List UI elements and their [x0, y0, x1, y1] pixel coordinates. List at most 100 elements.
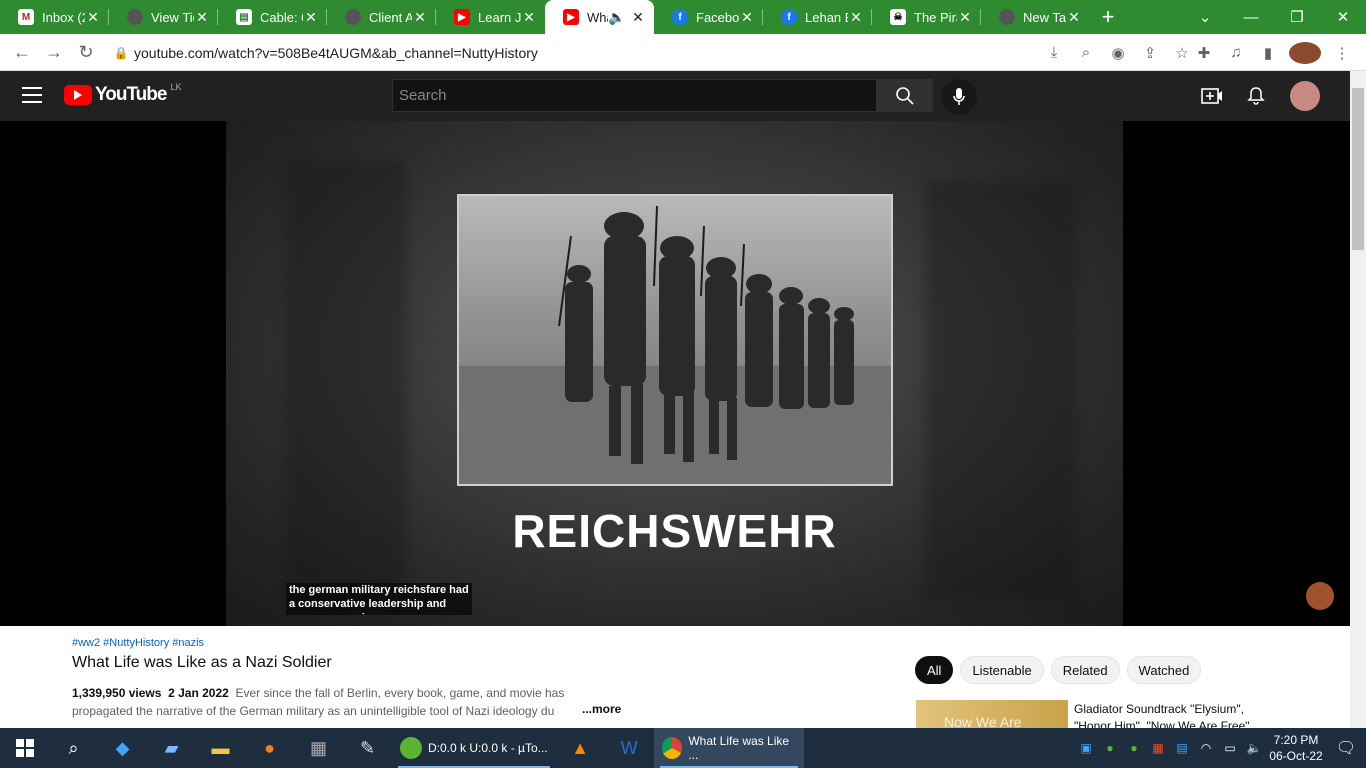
close-tab-icon[interactable]: ✕: [1066, 9, 1082, 26]
globe-icon: [127, 9, 143, 25]
tray-windows-icon[interactable]: ▦: [1146, 741, 1170, 755]
back-icon[interactable]: ←: [6, 42, 38, 63]
tab-cable[interactable]: ▤ Cable: 0 ✕: [218, 0, 327, 34]
tab-view-tickets[interactable]: View Tic ✕: [109, 0, 218, 34]
side-panel-icon[interactable]: ▮: [1252, 44, 1284, 62]
word-icon[interactable]: W: [605, 728, 654, 768]
globe-icon: [999, 9, 1015, 25]
vscode-icon[interactable]: ◆: [98, 728, 147, 768]
close-window-icon[interactable]: ✕: [1320, 8, 1366, 26]
clock[interactable]: 7:20 PM 06-Oct-22: [1266, 732, 1326, 764]
tab-pirate[interactable]: ☠ The Pira ✕: [872, 0, 981, 34]
voice-search-button[interactable]: [941, 79, 977, 115]
close-tab-icon[interactable]: ✕: [412, 9, 428, 26]
address-bar: ← → ↻ 🔒 youtube.com/watch?v=508Be4tAUGM&…: [0, 34, 1366, 71]
tab-new-tab[interactable]: New Tab ✕: [981, 0, 1090, 34]
tracking-off-icon[interactable]: ◉: [1102, 44, 1134, 62]
search-button[interactable]: [876, 79, 933, 112]
utorrent-icon: [400, 737, 422, 759]
firefox-icon[interactable]: ●: [245, 728, 294, 768]
install-icon[interactable]: ⤓: [1038, 44, 1070, 61]
close-tab-icon[interactable]: ✕: [630, 9, 646, 26]
start-button[interactable]: [0, 728, 49, 768]
close-tab-icon[interactable]: ✕: [739, 9, 755, 26]
speaker-icon[interactable]: 🔈: [608, 9, 625, 26]
show-more-link[interactable]: ...more: [582, 702, 621, 716]
window-controls: ⌄ — ❐ ✕: [1182, 0, 1366, 34]
tray-utorrent-icon[interactable]: ●: [1098, 741, 1122, 755]
chip-related[interactable]: Related: [1050, 656, 1120, 684]
chip-watched[interactable]: Watched: [1126, 656, 1202, 684]
pirate-icon: ☠: [890, 9, 906, 25]
new-tab-button[interactable]: +: [1090, 4, 1126, 30]
tab-lehan[interactable]: f Lehan E ✕: [763, 0, 872, 34]
youtube-logo[interactable]: YouTube LK: [64, 82, 181, 106]
close-tab-icon[interactable]: ✕: [303, 9, 319, 26]
url-text[interactable]: youtube.com/watch?v=508Be4tAUGM&ab_chann…: [134, 45, 538, 61]
volume-icon[interactable]: 🔈: [1242, 741, 1266, 755]
profile-avatar[interactable]: [1289, 41, 1321, 64]
menu-dots-icon[interactable]: ⋮: [1326, 44, 1358, 62]
chip-listenable[interactable]: Listenable: [960, 656, 1044, 684]
taskbar-chrome[interactable]: What Life was Like ...: [653, 728, 804, 768]
extension-coffee-icon[interactable]: [1306, 582, 1334, 610]
wifi-icon[interactable]: ◠: [1194, 741, 1218, 755]
recommendation-title[interactable]: Gladiator Soundtrack "Elysium", "Honor H…: [1074, 701, 1274, 728]
calculator-icon[interactable]: ▦: [294, 728, 343, 768]
ssh-client-icon[interactable]: ▰: [147, 728, 196, 768]
video-frame[interactable]: REICHSWEHR the german military reichsfar…: [226, 121, 1123, 626]
recommendation-thumbnail[interactable]: Now We Are: [916, 700, 1068, 730]
file-explorer-icon[interactable]: ▬: [196, 728, 245, 768]
notifications-button[interactable]: [1240, 81, 1272, 111]
chip-all[interactable]: All: [915, 656, 954, 684]
minimize-icon[interactable]: —: [1228, 9, 1274, 26]
tray-app2-icon[interactable]: ▤: [1170, 741, 1194, 755]
close-tab-icon[interactable]: ✕: [194, 9, 210, 26]
tab-client[interactable]: Client A ✕: [327, 0, 436, 34]
create-video-icon: [1201, 88, 1222, 104]
close-tab-icon[interactable]: ✕: [957, 9, 973, 26]
doc-icon: ▤: [236, 9, 252, 25]
reload-icon[interactable]: ↻: [70, 42, 102, 63]
zoom-icon[interactable]: ⌕: [1070, 44, 1102, 61]
close-tab-icon[interactable]: ✕: [521, 9, 537, 26]
close-tab-icon[interactable]: ✕: [85, 9, 101, 26]
system-tray: ▣ ● ● ▦ ▤ ◠ ▭ 🔈 7:20 PM 06-Oct-22 🗨: [1074, 728, 1366, 768]
tray-app-icon[interactable]: ▣: [1074, 741, 1098, 755]
gmail-icon: M: [18, 9, 34, 25]
paint-icon[interactable]: ✎: [343, 728, 392, 768]
tab-active-video[interactable]: ▶ Wha 🔈 ✕: [545, 0, 654, 34]
forward-icon[interactable]: →: [38, 42, 70, 63]
tray-torrent-icon[interactable]: ●: [1122, 741, 1146, 755]
tab-title: Inbox (2…: [42, 9, 85, 25]
tab-title: The Pira: [914, 9, 957, 25]
search-icon[interactable]: ⌕: [49, 728, 98, 768]
media-control-icon[interactable]: ♫: [1220, 44, 1252, 61]
search-input[interactable]: Search: [392, 79, 877, 112]
tab-facebook[interactable]: f Faceboo ✕: [654, 0, 763, 34]
notifications-icon[interactable]: 🗨: [1326, 738, 1366, 758]
scrollbar-thumb[interactable]: [1352, 88, 1364, 250]
lock-icon[interactable]: 🔒: [108, 46, 134, 60]
create-button[interactable]: [1196, 81, 1228, 111]
omnibox[interactable]: 🔒 youtube.com/watch?v=508Be4tAUGM&ab_cha…: [108, 38, 1198, 67]
battery-icon[interactable]: ▭: [1218, 741, 1242, 755]
taskbar-utorrent[interactable]: D:0.0 k U:0.0 k - µTo...: [392, 728, 556, 768]
tab-inbox[interactable]: M Inbox (2… ✕: [0, 0, 109, 34]
hamburger-menu-icon[interactable]: [22, 87, 42, 103]
tab-learn-js[interactable]: ▶ Learn JS ✕: [436, 0, 545, 34]
video-player[interactable]: REICHSWEHR the german military reichsfar…: [0, 121, 1350, 626]
restore-icon[interactable]: ❐: [1274, 8, 1320, 26]
tab-title: Client A: [369, 9, 412, 25]
close-tab-icon[interactable]: ✕: [848, 9, 864, 26]
extensions-puzzle-icon[interactable]: ✚: [1188, 44, 1220, 62]
facebook-icon: f: [672, 9, 688, 25]
vlc-icon[interactable]: ▲: [556, 728, 605, 768]
video-description[interactable]: 1,339,950 views 2 Jan 2022 Ever since th…: [72, 684, 622, 720]
youtube-wordmark: YouTube: [95, 84, 167, 105]
account-avatar[interactable]: [1290, 81, 1320, 111]
recommendation-chips: All Listenable Related Watched: [915, 656, 1208, 684]
share-icon[interactable]: ⇪: [1134, 44, 1166, 62]
tab-search-icon[interactable]: ⌄: [1182, 8, 1228, 26]
video-hashtags[interactable]: #ww2 #NuttyHistory #nazis: [72, 637, 204, 649]
